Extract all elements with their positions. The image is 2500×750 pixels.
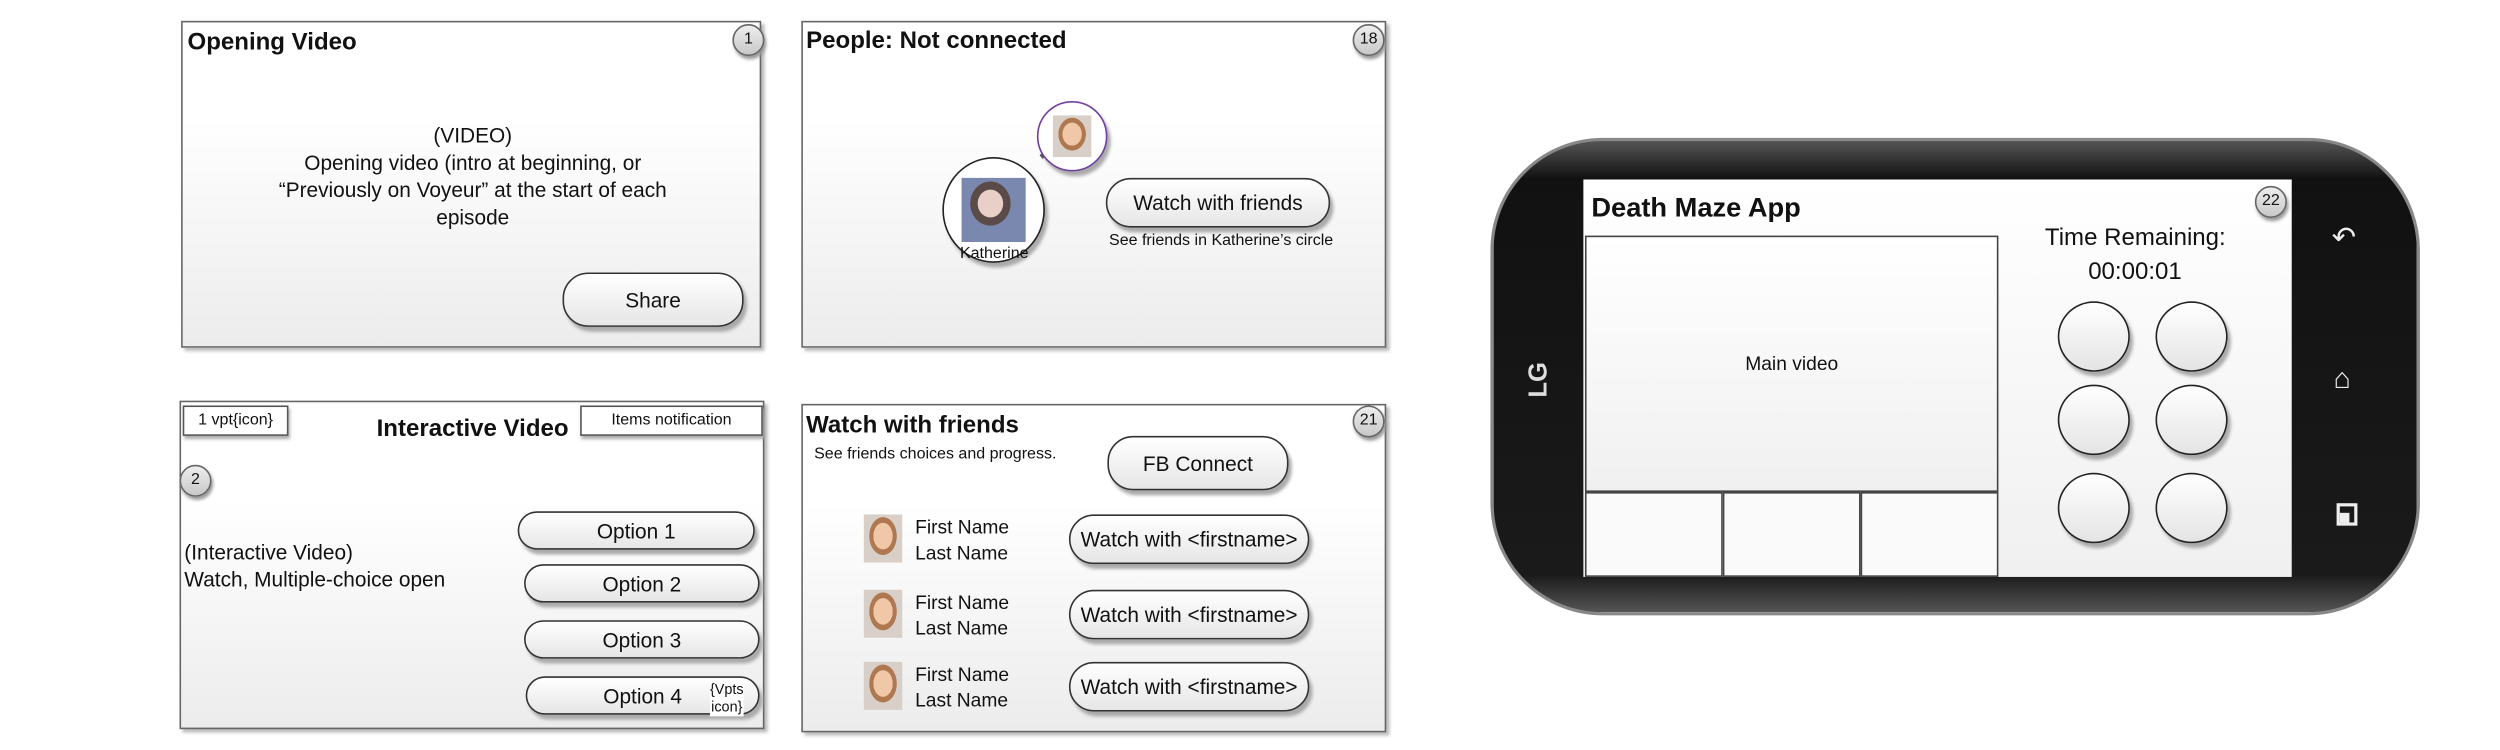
panel-title: Opening Video: [187, 28, 357, 57]
thumbnail-cell[interactable]: [1860, 491, 1999, 577]
option-1-button[interactable]: Option 1: [517, 511, 755, 550]
video-description: (VIDEO) Opening video (intro at beginnin…: [183, 122, 763, 231]
main-video-label: Main video: [1745, 352, 1839, 376]
katherine-photo: [961, 177, 1026, 242]
vpts-icon-label: {Vpts icon}: [709, 681, 744, 717]
thumbnail-cell[interactable]: [1722, 491, 1861, 577]
friend-photo: [1052, 115, 1092, 158]
watch-with-friends-panel: Watch with friends 21 See friends choice…: [801, 403, 1388, 733]
watch-with-friend-button[interactable]: Watch with <firstname>: [1068, 514, 1310, 565]
desc-line: Opening video (intro at beginning, or: [304, 150, 642, 175]
friend-avatar[interactable]: [1036, 100, 1108, 172]
first-name: First Name: [915, 591, 1010, 614]
choice-button[interactable]: [2057, 384, 2130, 456]
watch-with-friends-button[interactable]: Watch with friends: [1105, 177, 1331, 228]
desc-line: (VIDEO): [433, 123, 513, 148]
watch-with-friend-button[interactable]: Watch with <firstname>: [1068, 661, 1310, 712]
opening-video-panel: Opening Video 1 (VIDEO) Opening video (i…: [181, 20, 765, 348]
last-name: Last Name: [915, 689, 1009, 712]
panel-title: Watch with friends: [806, 411, 1019, 440]
phone-screen: Death Maze App 22 Main video Time Remain…: [1583, 179, 2292, 577]
lg-logo: LG: [1525, 362, 1554, 398]
choice-button[interactable]: [2057, 301, 2130, 372]
option-2-button[interactable]: Option 2: [524, 564, 760, 603]
panel-title: People: Not connected: [806, 27, 1067, 55]
people-not-connected-panel: People: Not connected 18 Katherine Watch…: [801, 20, 1387, 348]
watch-caption: See friends in Katherine’s circle: [1108, 232, 1334, 251]
vpt-icon-box: 1 vpt{icon}: [182, 405, 289, 436]
friend-photo: [863, 661, 903, 710]
vpts-line: {Vpts: [709, 681, 744, 698]
vpts-line: icon}: [711, 698, 743, 715]
last-name: Last Name: [915, 617, 1009, 640]
friend-row: First Name Last Name Watch with <firstna…: [803, 660, 1388, 714]
share-button[interactable]: Share: [562, 272, 744, 327]
friend-row: First Name Last Name Watch with <firstna…: [803, 588, 1388, 642]
subtitle: See friends choices and progress.: [814, 445, 1057, 464]
option-3-button[interactable]: Option 3: [524, 620, 760, 659]
choice-button[interactable]: [2155, 301, 2228, 372]
screen-number-badge: 1: [732, 24, 765, 57]
recent-apps-icon[interactable]: [2336, 503, 2358, 526]
description-line: Watch, Multiple-choice open: [184, 567, 446, 592]
interactive-video-panel: 1 vpt{icon} Interactive Video Items noti…: [179, 400, 765, 730]
desc-line: “Previously on Voyeur” at the start of e…: [278, 177, 667, 202]
desc-line: episode: [436, 205, 510, 230]
choice-button[interactable]: [2155, 472, 2228, 544]
friend-photo: [863, 514, 903, 563]
watch-with-friend-button[interactable]: Watch with <firstname>: [1068, 589, 1310, 640]
screen-number-badge: 18: [1352, 24, 1385, 57]
main-video-area[interactable]: Main video: [1584, 235, 1999, 492]
time-remaining-value: 00:00:01: [2088, 258, 2182, 286]
time-remaining-label: Time Remaining:: [2044, 224, 2226, 252]
last-name: Last Name: [915, 541, 1009, 565]
thumbnail-cell[interactable]: [1584, 491, 1723, 577]
screen-number-badge: 2: [179, 464, 212, 497]
items-notification[interactable]: Items notification: [580, 405, 763, 436]
person-name: Katherine: [959, 245, 1029, 263]
first-name: First Name: [915, 516, 1010, 539]
screen-number-badge: 21: [1352, 405, 1385, 438]
fb-connect-button[interactable]: FB Connect: [1107, 435, 1289, 491]
friend-row: First Name Last Name Watch with <firstna…: [803, 513, 1388, 567]
description-line: (Interactive Video): [184, 540, 353, 565]
home-icon[interactable]: ⌂: [2333, 362, 2350, 396]
choice-button[interactable]: [2057, 472, 2130, 544]
panel-title: Interactive Video: [376, 415, 569, 443]
choice-button[interactable]: [2155, 384, 2228, 456]
app-title: Death Maze App: [1591, 192, 1801, 223]
first-name: First Name: [915, 663, 1010, 686]
back-icon[interactable]: ↶: [2332, 221, 2356, 255]
screen-number-badge: 22: [2254, 185, 2287, 218]
friend-photo: [863, 589, 903, 638]
